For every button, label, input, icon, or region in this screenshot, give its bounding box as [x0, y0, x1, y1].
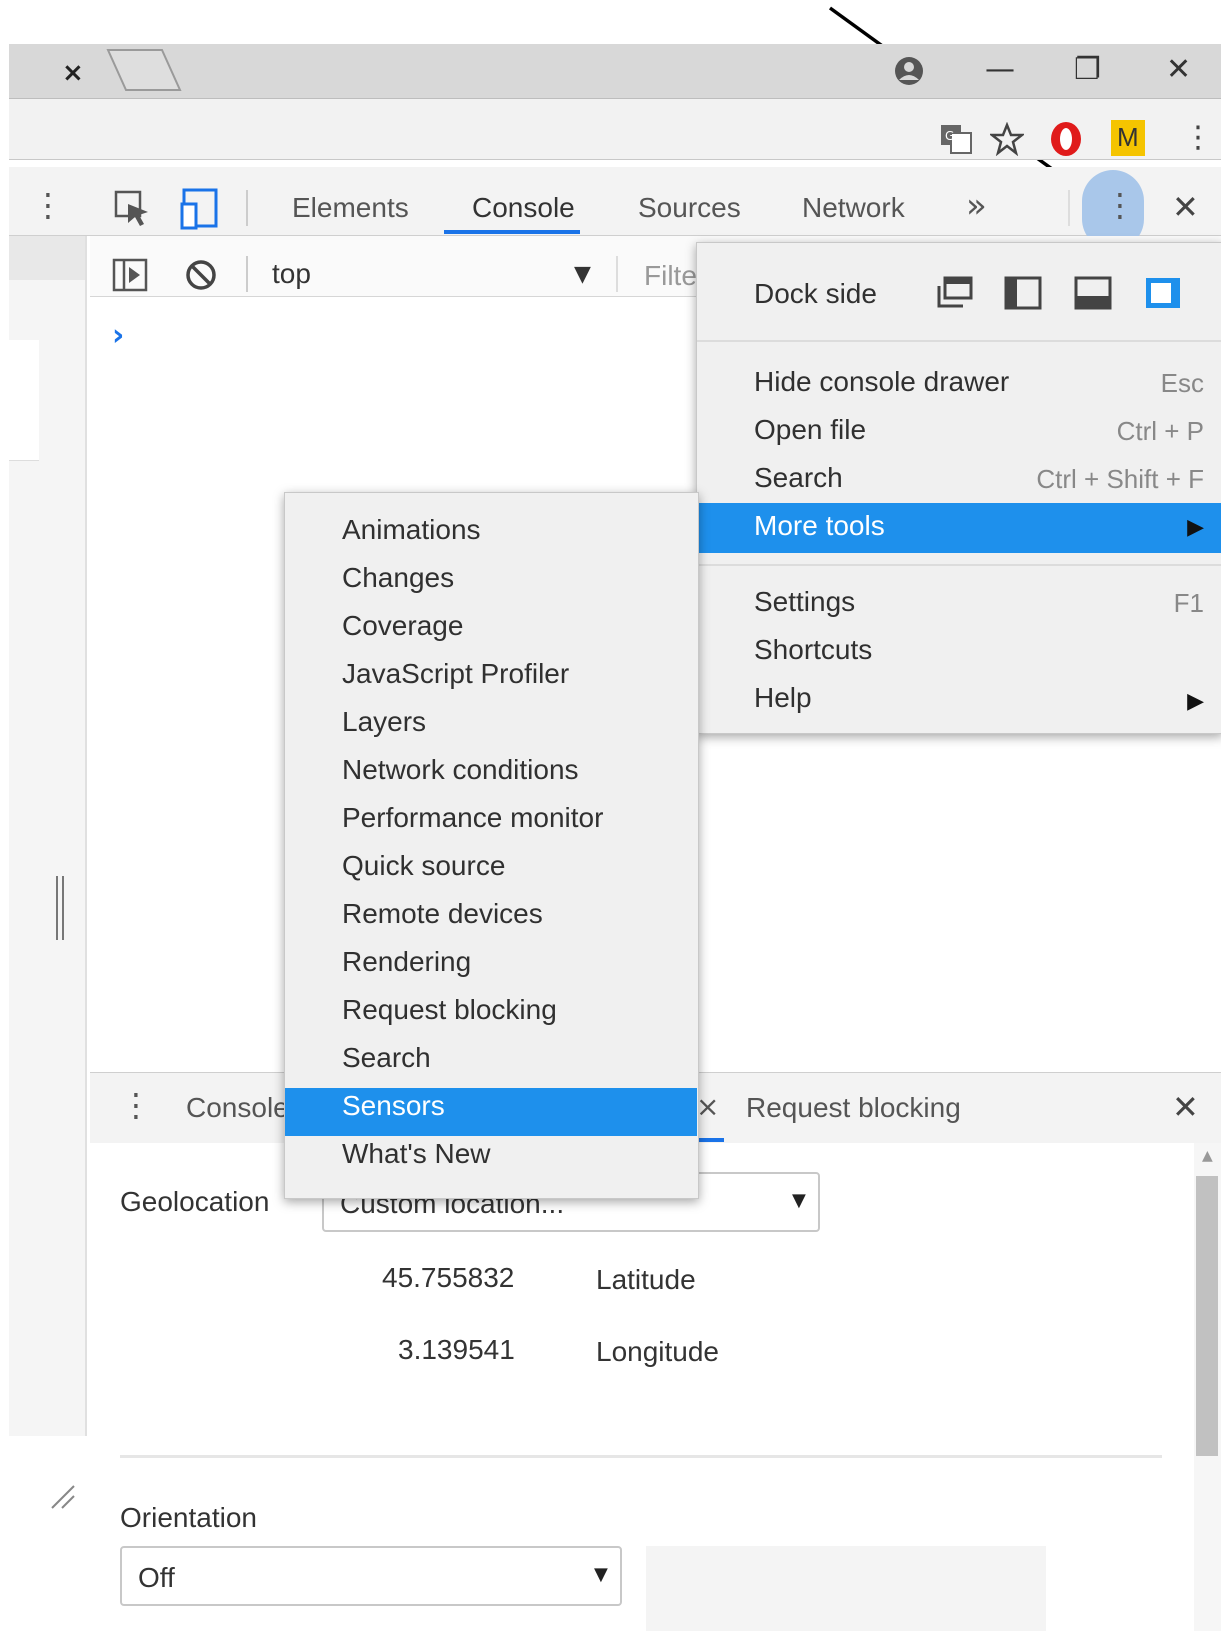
- shortcut-esc: Esc: [1160, 368, 1204, 398]
- menu-item-more-tools-label: More tools: [754, 510, 885, 541]
- tool-changes[interactable]: Changes: [342, 562, 454, 594]
- minimize-button[interactable]: —: [985, 52, 1015, 87]
- latitude-input[interactable]: 45.755832: [382, 1262, 514, 1294]
- browser-menu-icon[interactable]: ⋮: [1183, 120, 1213, 155]
- active-tab-indicator: [444, 230, 580, 234]
- resize-corner-icon[interactable]: [48, 1482, 78, 1512]
- translate-icon[interactable]: G: [940, 124, 972, 154]
- orientation-preview: [646, 1546, 1046, 1631]
- toolbar-divider: [616, 256, 618, 292]
- tool-coverage[interactable]: Coverage: [342, 610, 463, 642]
- longitude-input[interactable]: 3.139541: [398, 1334, 515, 1366]
- dock-left-icon[interactable]: [1004, 276, 1042, 310]
- toolbar-divider: [246, 190, 248, 226]
- menu-item-open-file[interactable]: Open file: [754, 414, 866, 446]
- new-tab-button[interactable]: [104, 46, 184, 94]
- tool-request-blocking[interactable]: Request blocking: [342, 994, 557, 1026]
- geolocation-dropdown-arrow-icon: ▼: [792, 1190, 806, 1211]
- tool-search[interactable]: Search: [342, 1042, 431, 1074]
- more-tabs-button[interactable]: »: [966, 186, 987, 226]
- menu-item-help[interactable]: Help: [754, 682, 812, 714]
- tool-rendering[interactable]: Rendering: [342, 946, 471, 978]
- tab-elements[interactable]: Elements: [292, 192, 409, 224]
- tab-network[interactable]: Network: [802, 192, 905, 224]
- tool-performance-monitor[interactable]: Performance monitor: [342, 802, 603, 834]
- svg-text:G: G: [945, 129, 954, 143]
- menu-item-settings[interactable]: Settings: [754, 586, 855, 618]
- geolocation-label: Geolocation: [120, 1186, 270, 1217]
- device-toolbar-icon[interactable]: [180, 186, 220, 230]
- tool-sensors-label: Sensors: [342, 1090, 445, 1121]
- orientation-dropdown-arrow-icon: ▼: [594, 1564, 608, 1585]
- shortcut-ctrl-p: Ctrl + P: [1116, 416, 1204, 446]
- orientation-select[interactable]: [120, 1546, 622, 1606]
- tool-network-conditions[interactable]: Network conditions: [342, 754, 579, 786]
- orientation-select-value: Off: [138, 1562, 175, 1593]
- drawer-tab-request-blocking[interactable]: Request blocking: [746, 1092, 961, 1124]
- shortcut-f1: F1: [1173, 588, 1204, 618]
- toolbar-divider: [246, 256, 248, 292]
- help-submenu-arrow-icon: ▶: [1187, 688, 1204, 713]
- orientation-label: Orientation: [120, 1502, 257, 1533]
- menu-separator: [697, 564, 1221, 566]
- opera-extension-icon[interactable]: [1048, 120, 1084, 158]
- menu-item-hide-console-drawer[interactable]: Hide console drawer: [754, 366, 1009, 398]
- extension-m-label: M: [1117, 122, 1139, 152]
- clear-console-icon[interactable]: [184, 258, 218, 292]
- show-sidebar-icon[interactable]: [112, 258, 148, 292]
- drawer-menu-icon[interactable]: ⋮: [120, 1086, 152, 1124]
- drawer-tab-console[interactable]: Console: [186, 1092, 289, 1124]
- section-divider: [120, 1455, 1162, 1458]
- restore-button[interactable]: ❐: [1074, 52, 1101, 87]
- resize-handle[interactable]: [56, 876, 64, 940]
- dock-side-label: Dock side: [754, 278, 877, 309]
- scrollbar-thumb[interactable]: [1196, 1176, 1218, 1456]
- menu-item-search[interactable]: Search: [754, 462, 843, 494]
- profile-icon[interactable]: [892, 54, 926, 88]
- dock-bottom-icon[interactable]: [1074, 276, 1112, 310]
- menu-separator: [697, 340, 1221, 342]
- tool-quick-source[interactable]: Quick source: [342, 850, 505, 882]
- customize-devtools-menu-icon[interactable]: ⋮: [1104, 186, 1136, 224]
- tool-remote-devices[interactable]: Remote devices: [342, 898, 543, 930]
- dock-right-icon[interactable]: [1144, 276, 1182, 310]
- drawer-close-button[interactable]: ✕: [1172, 1088, 1199, 1126]
- tool-animations[interactable]: Animations: [342, 514, 481, 546]
- tool-layers[interactable]: Layers: [342, 706, 426, 738]
- tool-javascript-profiler[interactable]: JavaScript Profiler: [342, 658, 569, 690]
- tab-console[interactable]: Console: [472, 192, 575, 224]
- devtools-close-button[interactable]: ✕: [1172, 188, 1199, 226]
- tab-sources[interactable]: Sources: [638, 192, 741, 224]
- shortcut-ctrl-shift-f: Ctrl + Shift + F: [1036, 464, 1204, 494]
- menu-item-shortcuts[interactable]: Shortcuts: [754, 634, 872, 666]
- submenu-arrow-icon: ▶: [1187, 514, 1204, 539]
- browser-toolbar: [9, 99, 1221, 160]
- toolbar-divider: [1068, 190, 1070, 226]
- tool-whats-new[interactable]: What's New: [342, 1138, 491, 1170]
- bookmark-star-icon[interactable]: [990, 122, 1024, 156]
- tab-close-button[interactable]: ×: [62, 58, 84, 88]
- context-dropdown-arrow-icon[interactable]: ▼: [574, 262, 591, 287]
- inspect-element-icon[interactable]: [114, 190, 152, 228]
- scroll-up-icon[interactable]: ▲: [1202, 1148, 1213, 1164]
- context-selector[interactable]: top: [272, 258, 311, 290]
- browser-titlebar: [9, 44, 1221, 99]
- longitude-label: Longitude: [596, 1336, 720, 1367]
- undock-icon[interactable]: [936, 276, 974, 310]
- window-close-button[interactable]: ✕: [1166, 52, 1191, 87]
- console-prompt-icon: ›: [112, 318, 125, 353]
- devtools-left-menu-icon[interactable]: ⋮: [32, 186, 64, 224]
- latitude-label: Latitude: [596, 1264, 696, 1295]
- side-panel-block: [9, 340, 39, 461]
- side-panel-header: [9, 236, 85, 280]
- drawer-tab-close-icon[interactable]: ×: [696, 1090, 719, 1123]
